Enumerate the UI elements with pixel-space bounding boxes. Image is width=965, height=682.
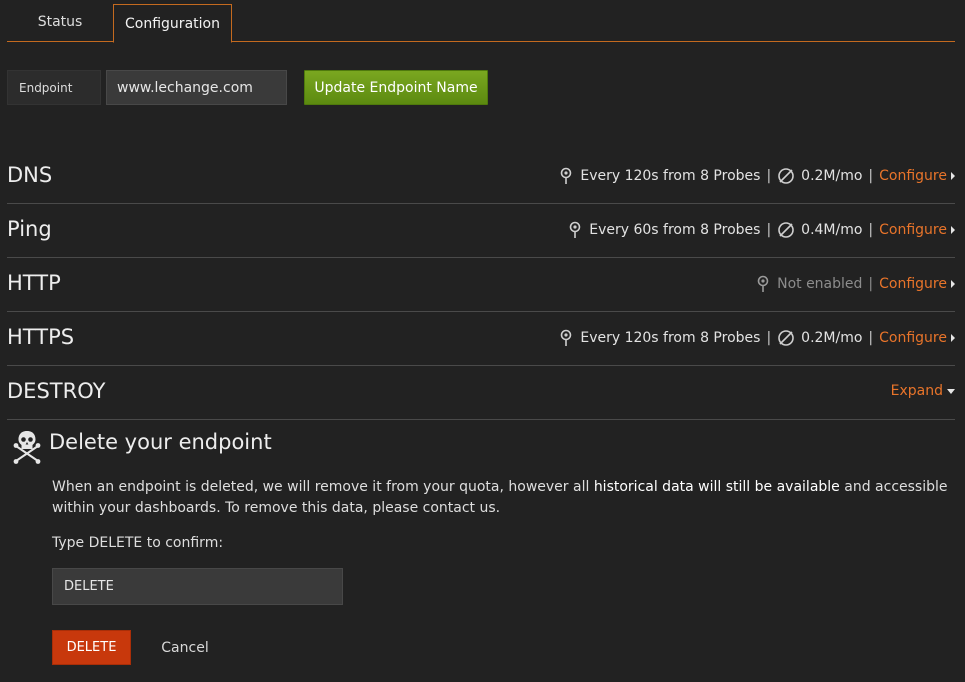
section-title-dns: DNS xyxy=(7,163,53,187)
separator: | xyxy=(766,330,772,346)
section-ping: Ping Every 60s from 8 Probes | 0.4M/mo |… xyxy=(7,204,955,258)
delete-description-text: When an endpoint is deleted, we will rem… xyxy=(52,479,594,495)
section-info-http: Not enabled | Configure xyxy=(755,275,955,293)
status-text: Not enabled xyxy=(777,276,863,292)
probe-frequency: Every 120s from 8 Probes xyxy=(580,168,761,184)
delete-button[interactable]: DELETE xyxy=(52,630,131,665)
section-title-http: HTTP xyxy=(7,271,61,295)
separator: | xyxy=(766,168,772,184)
usage-value: 0.2M/mo xyxy=(801,168,863,184)
separator: | xyxy=(868,222,874,238)
usage-value: 0.4M/mo xyxy=(801,222,863,238)
tab-configuration[interactable]: Configuration xyxy=(113,4,232,43)
configure-link-https[interactable]: Configure xyxy=(879,330,947,346)
separator: | xyxy=(868,276,874,292)
delete-description: When an endpoint is deleted, we will rem… xyxy=(52,477,957,519)
section-dns: DNS Every 120s from 8 Probes | 0.2M/mo |… xyxy=(7,150,955,204)
configure-link-ping[interactable]: Configure xyxy=(879,222,947,238)
section-title-destroy: DESTROY xyxy=(7,379,106,403)
probe-icon xyxy=(567,221,583,239)
section-info-https: Every 120s from 8 Probes | 0.2M/mo | Con… xyxy=(558,329,955,347)
usage-meter-icon xyxy=(777,167,795,185)
endpoint-label: Endpoint xyxy=(7,70,101,105)
update-endpoint-button[interactable]: Update Endpoint Name xyxy=(304,70,488,105)
delete-endpoint-title: Delete your endpoint xyxy=(49,430,272,454)
probe-frequency: Every 120s from 8 Probes xyxy=(580,330,761,346)
caret-down-icon xyxy=(947,388,955,394)
separator: | xyxy=(766,222,772,238)
caret-right-icon xyxy=(951,172,955,180)
probe-frequency: Every 60s from 8 Probes xyxy=(589,222,761,238)
section-info-ping: Every 60s from 8 Probes | 0.4M/mo | Conf… xyxy=(567,221,955,239)
section-destroy: DESTROY Expand xyxy=(7,366,955,420)
confirm-label: Type DELETE to confirm: xyxy=(52,535,224,551)
probe-icon xyxy=(558,329,574,347)
caret-right-icon xyxy=(951,334,955,342)
caret-right-icon xyxy=(951,280,955,288)
section-https: HTTPS Every 120s from 8 Probes | 0.2M/mo… xyxy=(7,312,955,366)
delete-description-emphasis: historical data will still be available xyxy=(593,479,840,495)
section-title-https: HTTPS xyxy=(7,325,75,349)
separator: | xyxy=(868,168,874,184)
usage-meter-icon xyxy=(777,221,795,239)
probe-icon xyxy=(558,167,574,185)
delete-confirm-input[interactable] xyxy=(52,568,343,605)
endpoint-name-input[interactable] xyxy=(106,70,287,105)
usage-value: 0.2M/mo xyxy=(801,330,863,346)
tab-bar: Status Configuration xyxy=(7,4,955,43)
caret-right-icon xyxy=(951,226,955,234)
skull-crossbones-icon xyxy=(12,428,42,464)
configure-link-dns[interactable]: Configure xyxy=(879,168,947,184)
separator: | xyxy=(868,330,874,346)
probe-icon xyxy=(755,275,771,293)
configure-link-http[interactable]: Configure xyxy=(879,276,947,292)
usage-meter-icon xyxy=(777,329,795,347)
section-title-ping: Ping xyxy=(7,217,52,241)
section-info-destroy: Expand xyxy=(891,383,955,399)
expand-link[interactable]: Expand xyxy=(891,383,943,399)
section-http: HTTP Not enabled | Configure xyxy=(7,258,955,312)
tab-status[interactable]: Status xyxy=(7,4,113,42)
section-info-dns: Every 120s from 8 Probes | 0.2M/mo | Con… xyxy=(558,167,955,185)
cancel-button[interactable]: Cancel xyxy=(152,630,218,665)
